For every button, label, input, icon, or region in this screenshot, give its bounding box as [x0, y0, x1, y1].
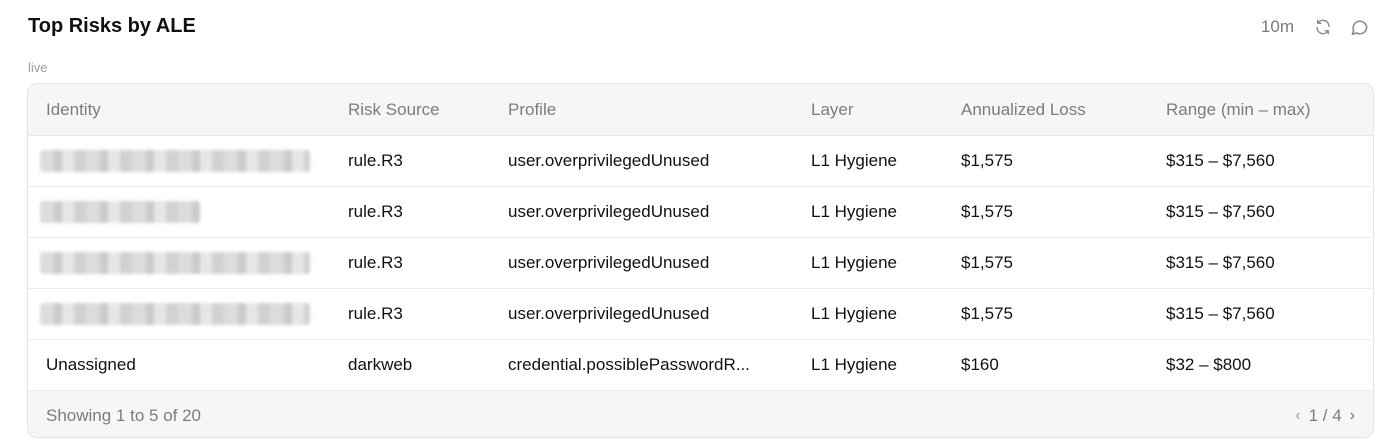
cell-profile: credential.possiblePasswordR... [508, 355, 750, 374]
column-header-annualized-loss[interactable]: Annualized Loss [961, 100, 1086, 120]
table-row[interactable]: Unassigned darkweb credential.possiblePa… [28, 340, 1373, 391]
cell-range: $315 – $7,560 [1166, 304, 1275, 323]
cell-risk-source: rule.R3 [348, 202, 403, 221]
risks-table: Identity Risk Source Profile Layer Annua… [27, 83, 1374, 438]
live-status: live [28, 60, 48, 75]
redacted-identity [40, 252, 310, 274]
widget-toolbar: 10m [1261, 16, 1370, 38]
widget-title: Top Risks by ALE [28, 15, 196, 37]
cell-profile: user.overprivilegedUnused [508, 253, 710, 272]
cell-range: $315 – $7,560 [1166, 202, 1275, 221]
comment-icon[interactable] [1348, 16, 1370, 38]
cell-risk-source: darkweb [348, 355, 413, 374]
pagination-summary: Showing 1 to 5 of 20 [46, 405, 202, 425]
cell-risk-source: rule.R3 [348, 253, 403, 272]
cell-layer: L1 Hygiene [811, 355, 898, 374]
column-header-range[interactable]: Range (min – max) [1166, 100, 1311, 120]
cell-profile: user.overprivilegedUnused [508, 151, 710, 170]
refresh-interval[interactable]: 10m [1261, 17, 1294, 37]
cell-annualized-loss: $1,575 [961, 253, 1013, 272]
cell-profile: user.overprivilegedUnused [508, 304, 710, 323]
cell-layer: L1 Hygiene [811, 253, 898, 272]
top-risks-widget: Top Risks by ALE 10m live Identity Risk … [0, 0, 1400, 440]
column-header-identity[interactable]: Identity [46, 100, 101, 120]
refresh-icon[interactable] [1312, 16, 1334, 38]
cell-annualized-loss: $1,575 [961, 151, 1013, 170]
table-row[interactable]: rule.R3 user.overprivilegedUnused L1 Hyg… [28, 238, 1373, 289]
cell-layer: L1 Hygiene [811, 304, 898, 323]
cell-range: $315 – $7,560 [1166, 253, 1275, 272]
column-header-profile[interactable]: Profile [508, 100, 556, 120]
redacted-identity [40, 201, 200, 223]
cell-layer: L1 Hygiene [811, 202, 898, 221]
cell-identity: Unassigned [46, 355, 136, 374]
cell-layer: L1 Hygiene [811, 151, 898, 170]
table-header: Identity Risk Source Profile Layer Annua… [28, 84, 1373, 136]
cell-risk-source: rule.R3 [348, 151, 403, 170]
table-row[interactable]: rule.R3 user.overprivilegedUnused L1 Hyg… [28, 289, 1373, 340]
table-row[interactable]: rule.R3 user.overprivilegedUnused L1 Hyg… [28, 136, 1373, 187]
page-indicator: 1 / 4 [1308, 405, 1342, 425]
table-row[interactable]: rule.R3 user.overprivilegedUnused L1 Hyg… [28, 187, 1373, 238]
column-header-risk-source[interactable]: Risk Source [348, 100, 440, 120]
cell-annualized-loss: $160 [961, 355, 999, 374]
cell-profile: user.overprivilegedUnused [508, 202, 710, 221]
cell-range: $315 – $7,560 [1166, 151, 1275, 170]
cell-annualized-loss: $1,575 [961, 202, 1013, 221]
chevron-right-icon[interactable]: › [1350, 407, 1355, 425]
redacted-identity [40, 150, 310, 172]
chevron-left-icon[interactable]: ‹ [1295, 407, 1300, 425]
table-footer: Showing 1 to 5 of 20 ‹ 1 / 4 › [28, 391, 1373, 437]
cell-range: $32 – $800 [1166, 355, 1252, 374]
cell-annualized-loss: $1,575 [961, 304, 1013, 323]
pagination: ‹ 1 / 4 › [1295, 406, 1355, 426]
column-header-layer[interactable]: Layer [811, 100, 854, 120]
redacted-identity [40, 303, 310, 325]
cell-risk-source: rule.R3 [348, 304, 403, 323]
